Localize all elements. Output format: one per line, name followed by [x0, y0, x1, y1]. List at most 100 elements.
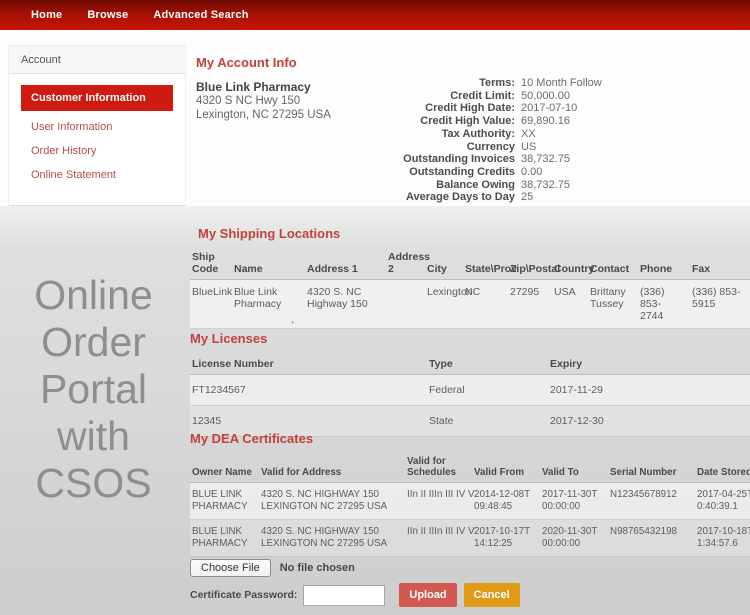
column-header: License Number — [190, 356, 427, 375]
video-watermark-text: Online Order Portal with CSOS — [0, 272, 187, 507]
upload-button[interactable]: Upload — [399, 583, 457, 607]
account-field-currency: Currency US — [334, 141, 734, 154]
cell-valid-to: 2020-11-30T00:00:00 — [540, 519, 608, 557]
sidebar-item-online-statement[interactable]: Online Statement — [21, 159, 173, 183]
field-label: Outstanding Credits — [409, 165, 515, 178]
cell-address2 — [386, 279, 425, 329]
column-header: Expiry — [548, 356, 750, 375]
dea-certificates-section: My DEA Certificates Owner Name Valid for… — [190, 427, 750, 557]
account-fields: Terms: 10 Month Follow Credit Limit: 50,00… — [334, 77, 734, 204]
watermark-line: CSOS — [35, 460, 152, 506]
field-value: 38,732.75 — [521, 178, 570, 191]
column-header: Address 1 — [305, 249, 386, 280]
shipping-locations-table: Ship Code Name Address 1 Address 2 City … — [190, 249, 750, 329]
account-field-credit-high-date: Credit High Date: 2017-07-10 — [334, 102, 734, 115]
nav-item-browse[interactable]: Browse — [87, 9, 128, 21]
field-label: Outstanding Invoices — [403, 153, 515, 166]
certificate-password-input[interactable] — [303, 584, 386, 606]
field-label: Currency — [466, 140, 515, 153]
field-value: 0.00 — [521, 165, 543, 178]
watermark-line: with — [57, 413, 130, 459]
table-header-row: License Number Type Expiry — [190, 356, 750, 375]
column-header: Contact — [588, 249, 638, 280]
sidebar-item-order-history[interactable]: Order History — [21, 135, 173, 159]
no-file-chosen-text: No file chosen — [279, 562, 355, 574]
cell-date-stored: 2017-10-18T11:34:57.6 — [695, 519, 750, 557]
account-field-credit-limit: Credit Limit: 50,000.00 — [334, 90, 734, 103]
field-value: 38,732.75 — [521, 153, 570, 166]
column-header: Ship Code — [190, 249, 232, 280]
account-field-balance-owing: Balance Owing 38,732.75 — [334, 179, 734, 192]
cancel-button[interactable]: Cancel — [463, 583, 520, 607]
account-field-outstanding-credits: Outstanding Credits 0.00 — [334, 166, 734, 179]
choose-file-button[interactable]: Choose File — [190, 559, 271, 577]
cell-valid-to: 2017-11-30T00:00:00 — [540, 482, 608, 520]
field-label: Credit Limit: — [450, 89, 515, 102]
field-value: 10 Month Follow — [521, 77, 602, 89]
cell-valid-address: 4320 S. NC HIGHWAY 150 LEXINGTON NC 2729… — [259, 482, 405, 520]
column-header: City — [425, 249, 463, 280]
account-field-average-days: Average Days to Day 25 — [334, 191, 734, 204]
cell-address1: 4320 S. NC Highway 150 — [305, 279, 386, 329]
column-header: Country — [552, 249, 594, 280]
column-header: Type — [427, 356, 548, 375]
column-header: Phone — [638, 249, 690, 280]
table-header-row: Ship Code Name Address 1 Address 2 City … — [190, 249, 750, 280]
account-field-terms: Terms: 10 Month Follow — [334, 77, 734, 90]
field-value: 50,000.00 — [521, 89, 570, 102]
table-header-row: Owner Name Valid for Address Valid for S… — [190, 454, 750, 483]
table-row: BlueLink Blue Link Pharmacy 4320 S. NC H… — [190, 279, 750, 329]
column-header: State\Prov — [463, 249, 517, 280]
account-info-title: My Account Info — [196, 55, 297, 70]
account-sidebar: Account Customer Information User Inform… — [8, 45, 186, 206]
nav-item-advanced-search[interactable]: Advanced Search — [153, 9, 248, 21]
column-header: Valid for Address — [259, 454, 405, 483]
column-header: Valid for Schedules — [405, 454, 472, 483]
cell-serial-number: N12345678912 — [608, 482, 695, 520]
account-field-credit-high-value: Credit High Value: 69,890.16 — [334, 115, 734, 128]
cell-owner-name: BLUE LINK PHARMACY — [190, 482, 259, 520]
cell-date-stored: 2017-04-25T10:40:39.1 — [695, 482, 750, 520]
field-label: Terms: — [479, 77, 515, 89]
stray-mark: . — [291, 312, 295, 326]
sidebar-header: Account — [9, 46, 185, 74]
field-value: 69,890.16 — [521, 115, 570, 128]
watermark-line: Portal — [39, 366, 148, 412]
cell-license-number: FT1234567 — [190, 374, 427, 406]
certificate-upload-form: Choose File No file chosen Certificate P… — [190, 559, 610, 607]
sidebar-item-customer-information[interactable]: Customer Information — [21, 85, 173, 111]
column-header: Address 2 — [386, 249, 430, 280]
column-header: Date Stored — [695, 454, 750, 483]
cell-country: USA — [552, 279, 588, 329]
column-header: Zip\Postal — [508, 249, 560, 280]
licenses-table: License Number Type Expiry FT1234567 Fed… — [190, 356, 750, 437]
column-header: Owner Name — [190, 454, 259, 483]
shipping-locations-section: My Shipping Locations Ship Code Name Add… — [190, 222, 750, 329]
field-label: Credit High Value: — [420, 115, 515, 128]
account-field-outstanding-invoices: Outstanding Invoices 38,732.75 — [334, 153, 734, 166]
cell-contact: Brittany Tussey — [588, 279, 638, 329]
table-row: FT1234567 Federal 2017-11-29 — [190, 374, 750, 406]
account-info-section: My Account Info Blue Link Pharmacy 4320 … — [196, 50, 750, 203]
cell-valid-address: 4320 S. NC HIGHWAY 150 LEXINGTON NC 2729… — [259, 519, 405, 557]
column-header: Valid To — [540, 454, 608, 483]
cell-serial-number: N98765432198 — [608, 519, 695, 557]
cell-fax: (336) 853-5915 — [690, 279, 750, 329]
cell-owner-name: BLUE LINK PHARMACY — [190, 519, 259, 557]
table-row: BLUE LINK PHARMACY 4320 S. NC HIGHWAY 15… — [190, 519, 750, 557]
field-value: 25 — [521, 191, 534, 204]
cell-valid-schedules: IIn II IIIn III IV V — [405, 519, 475, 557]
sidebar-item-user-information[interactable]: User Information — [21, 111, 173, 135]
column-header: Valid From — [472, 454, 540, 483]
column-header: Fax — [690, 249, 750, 280]
watermark-line: Order — [41, 319, 146, 365]
cell-phone: (336) 853-2744 — [638, 279, 690, 329]
nav-item-home[interactable]: Home — [31, 9, 62, 21]
column-header: Name — [232, 249, 305, 280]
top-nav-bar: Home Browse Advanced Search — [0, 0, 750, 30]
dea-certificates-title: My DEA Certificates — [190, 431, 314, 446]
licenses-section: My Licenses License Number Type Expiry F… — [190, 327, 750, 437]
licenses-title: My Licenses — [190, 331, 268, 346]
cell-license-expiry: 2017-11-29 — [548, 374, 750, 406]
cell-valid-from: 2017-10-17T14:12:25 — [472, 519, 540, 557]
